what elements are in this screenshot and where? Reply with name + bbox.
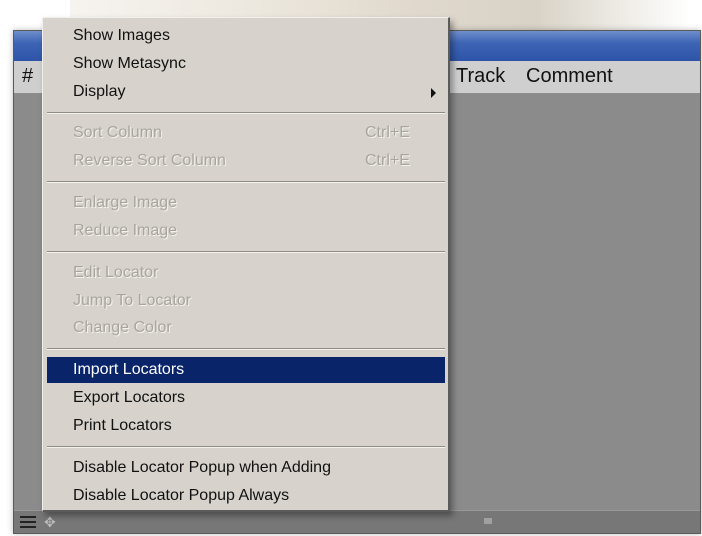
menu-separator	[47, 348, 445, 350]
menu-item-show-metasync[interactable]: Show Metasync	[47, 51, 445, 77]
list-view-icon[interactable]	[20, 516, 36, 528]
menu-item-label: Disable Locator Popup Always	[73, 487, 290, 504]
menu-separator	[47, 251, 445, 253]
column-header-number[interactable]: #	[22, 65, 33, 88]
menu-item-print-locators[interactable]: Print Locators	[47, 413, 445, 439]
screenshot-stage: # Track Comment ✥ Show Images Show Metas…	[0, 0, 702, 536]
window-bottom-bar: ✥	[14, 510, 700, 533]
menu-item-reverse-sort-column[interactable]: Reverse Sort Column Ctrl+E	[47, 148, 445, 174]
menu-item-label: Sort Column	[73, 124, 162, 141]
menu-item-sort-column[interactable]: Sort Column Ctrl+E	[47, 120, 445, 146]
menu-item-label: Print Locators	[73, 417, 172, 434]
menu-item-reduce-image[interactable]: Reduce Image	[47, 218, 445, 244]
menu-item-shortcut: Ctrl+E	[365, 152, 410, 169]
menu-item-label: Show Images	[73, 27, 170, 44]
menu-item-display[interactable]: Display	[47, 79, 445, 105]
menu-item-enlarge-image[interactable]: Enlarge Image	[47, 190, 445, 216]
menu-separator	[47, 112, 445, 114]
navigate-icon[interactable]: ✥	[44, 515, 56, 529]
menu-item-change-color[interactable]: Change Color	[47, 315, 445, 341]
menu-separator	[47, 181, 445, 183]
scroll-thumb[interactable]	[484, 518, 492, 524]
menu-item-disable-popup-when-adding[interactable]: Disable Locator Popup when Adding	[47, 455, 445, 481]
menu-item-label: Display	[73, 83, 126, 100]
menu-item-edit-locator[interactable]: Edit Locator	[47, 260, 445, 286]
menu-item-label: Export Locators	[73, 389, 186, 406]
menu-item-disable-popup-always[interactable]: Disable Locator Popup Always	[47, 483, 445, 509]
context-menu: Show Images Show Metasync Display Sort C…	[42, 17, 450, 512]
menu-item-label: Reduce Image	[73, 222, 178, 239]
menu-item-label: Enlarge Image	[73, 194, 178, 211]
column-header-track[interactable]: Track	[456, 65, 505, 88]
menu-item-label: Edit Locator	[73, 264, 159, 281]
column-header-comment[interactable]: Comment	[526, 65, 613, 88]
menu-item-shortcut: Ctrl+E	[365, 124, 410, 141]
menu-item-export-locators[interactable]: Export Locators	[47, 385, 445, 411]
menu-item-label: Change Color	[73, 319, 172, 336]
menu-item-label: Show Metasync	[73, 55, 186, 72]
menu-item-jump-to-locator[interactable]: Jump To Locator	[47, 288, 445, 314]
menu-item-label: Import Locators	[73, 361, 185, 378]
menu-item-label: Reverse Sort Column	[73, 152, 226, 169]
menu-item-label: Jump To Locator	[73, 292, 191, 309]
menu-separator	[47, 446, 445, 448]
menu-item-show-images[interactable]: Show Images	[47, 23, 445, 49]
submenu-arrow-icon	[431, 88, 436, 98]
menu-item-import-locators[interactable]: Import Locators	[47, 357, 445, 383]
menu-item-label: Disable Locator Popup when Adding	[73, 459, 331, 476]
